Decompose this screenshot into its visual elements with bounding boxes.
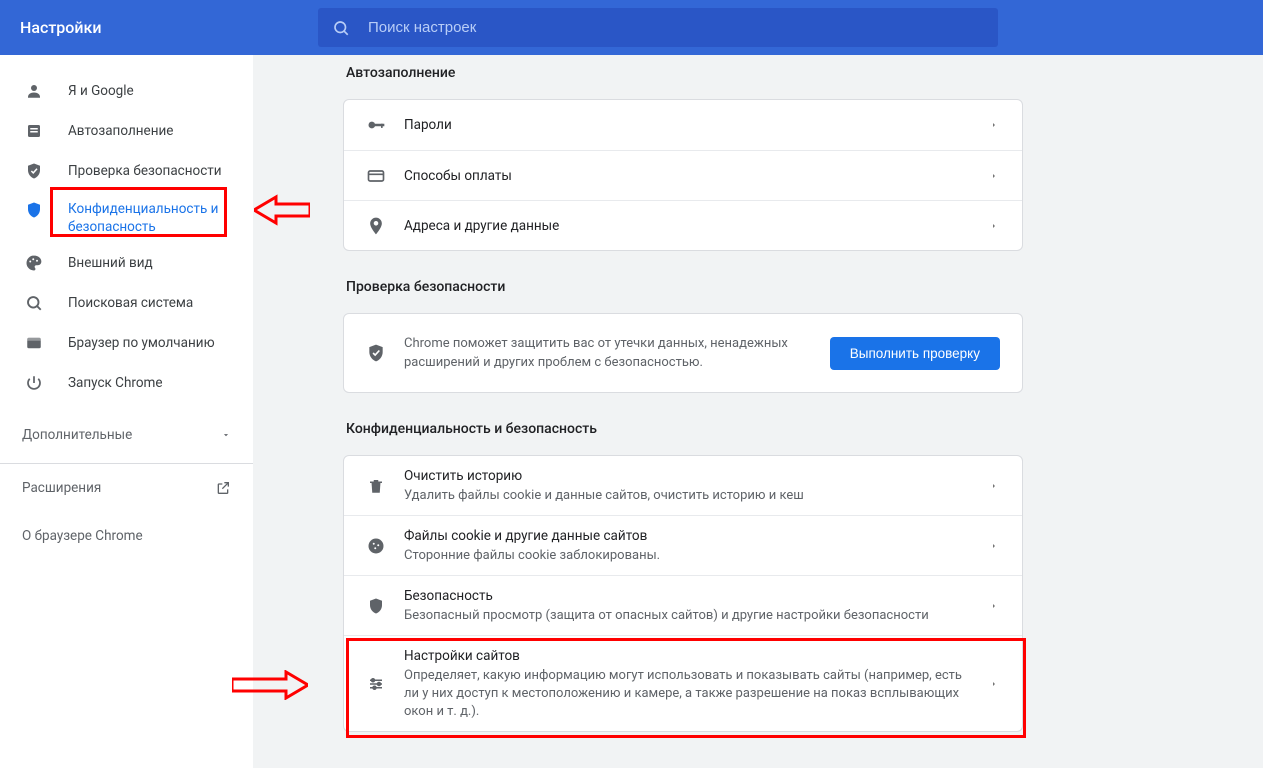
row-subtitle: Сторонние файлы cookie заблокированы. — [404, 547, 972, 565]
chevron-right-icon — [990, 678, 1000, 690]
autofill-addresses-row[interactable]: Адреса и другие данные — [344, 200, 1022, 250]
external-link-icon — [215, 480, 231, 496]
shield-icon — [366, 596, 386, 616]
app-header: Настройки — [0, 0, 1263, 55]
shield-check-icon — [366, 343, 386, 363]
additional-label: Дополнительные — [22, 427, 132, 443]
extensions-label: Расширения — [22, 480, 101, 496]
section-title-autofill: Автозаполнение — [346, 65, 1023, 81]
app-title: Настройки — [20, 18, 318, 37]
section-title-safety: Проверка безопасности — [346, 279, 1023, 295]
row-subtitle: Удалить файлы cookie и данные сайтов, оч… — [404, 487, 972, 505]
key-icon — [366, 115, 386, 135]
privacy-card: Очистить историю Удалить файлы cookie и … — [343, 455, 1023, 732]
trash-icon — [366, 476, 386, 496]
clear-browsing-data-row[interactable]: Очистить историю Удалить файлы cookie и … — [344, 456, 1022, 515]
cookie-icon — [366, 536, 386, 556]
sidebar-item-on-startup[interactable]: Запуск Chrome — [0, 363, 253, 403]
sidebar-additional-toggle[interactable]: Дополнительные — [0, 411, 253, 459]
chevron-right-icon — [990, 170, 1000, 182]
sidebar-item-appearance[interactable]: Внешний вид — [0, 243, 253, 283]
sidebar-item-label: Запуск Chrome — [68, 374, 163, 392]
sidebar-item-label: Я и Google — [68, 82, 134, 100]
section-title-privacy: Конфиденциальность и безопасность — [346, 421, 1023, 437]
shield-icon — [24, 200, 44, 220]
cookies-row[interactable]: Файлы cookie и другие данные сайтов Стор… — [344, 515, 1022, 575]
sliders-icon — [366, 674, 386, 694]
autofill-passwords-row[interactable]: Пароли — [344, 100, 1022, 150]
power-icon — [24, 373, 44, 393]
search-icon — [24, 293, 44, 313]
sidebar-item-you-and-google[interactable]: Я и Google — [0, 71, 253, 111]
chevron-right-icon — [990, 480, 1000, 492]
sidebar-about-chrome[interactable]: О браузере Chrome — [0, 512, 253, 560]
sidebar-item-label: Браузер по умолчанию — [68, 334, 215, 352]
row-subtitle: Безопасный просмотр (защита от опасных с… — [404, 607, 972, 625]
search-icon — [332, 19, 350, 37]
row-title: Способы оплаты — [404, 166, 972, 186]
palette-icon — [24, 253, 44, 273]
settings-sidebar: Я и Google Автозаполнение Проверка безоп… — [0, 55, 253, 768]
sidebar-item-safety-check[interactable]: Проверка безопасности — [0, 151, 253, 191]
sidebar-item-label: Внешний вид — [68, 254, 153, 272]
row-title: Файлы cookie и другие данные сайтов — [404, 526, 972, 546]
row-title: Безопасность — [404, 586, 972, 606]
about-label: О браузере Chrome — [22, 528, 143, 544]
sidebar-item-search-engine[interactable]: Поисковая система — [0, 283, 253, 323]
chevron-right-icon — [990, 600, 1000, 612]
sidebar-item-label: Проверка безопасности — [68, 162, 222, 180]
row-title: Адреса и другие данные — [404, 216, 972, 236]
safety-check-text: Chrome поможет защитить вас от утечки да… — [404, 334, 812, 372]
person-icon — [24, 81, 44, 101]
sidebar-item-label: Автозаполнение — [68, 122, 173, 140]
site-settings-row[interactable]: Настройки сайтов Определяет, какую инфор… — [344, 635, 1022, 731]
security-row[interactable]: Безопасность Безопасный просмотр (защита… — [344, 575, 1022, 635]
autofill-card: Пароли Способы оплаты — [343, 99, 1023, 251]
chevron-right-icon — [990, 119, 1000, 131]
settings-search[interactable] — [318, 8, 998, 47]
location-icon — [366, 216, 386, 236]
chevron-right-icon — [990, 540, 1000, 552]
sidebar-extensions[interactable]: Расширения — [0, 464, 253, 512]
browser-icon — [24, 333, 44, 353]
sidebar-item-label: Конфиденциальность и безопасность — [68, 200, 253, 236]
autofill-icon — [24, 121, 44, 141]
row-title: Очистить историю — [404, 466, 972, 486]
shield-check-icon — [24, 161, 44, 181]
chevron-down-icon — [221, 430, 231, 440]
chevron-right-icon — [990, 220, 1000, 232]
row-title: Настройки сайтов — [404, 646, 972, 666]
credit-card-icon — [366, 166, 386, 186]
sidebar-item-label: Поисковая система — [68, 294, 193, 312]
search-input[interactable] — [368, 19, 984, 36]
safety-check-card: Chrome поможет защитить вас от утечки да… — [343, 313, 1023, 393]
run-safety-check-button[interactable]: Выполнить проверку — [830, 337, 1000, 370]
row-title: Пароли — [404, 115, 972, 135]
sidebar-item-autofill[interactable]: Автозаполнение — [0, 111, 253, 151]
autofill-payments-row[interactable]: Способы оплаты — [344, 150, 1022, 200]
sidebar-item-privacy-security[interactable]: Конфиденциальность и безопасность — [0, 191, 253, 243]
main-content: Автозаполнение Пароли Способы оплаты — [253, 55, 1263, 768]
row-subtitle: Определяет, какую информацию могут испол… — [404, 667, 972, 721]
sidebar-item-default-browser[interactable]: Браузер по умолчанию — [0, 323, 253, 363]
